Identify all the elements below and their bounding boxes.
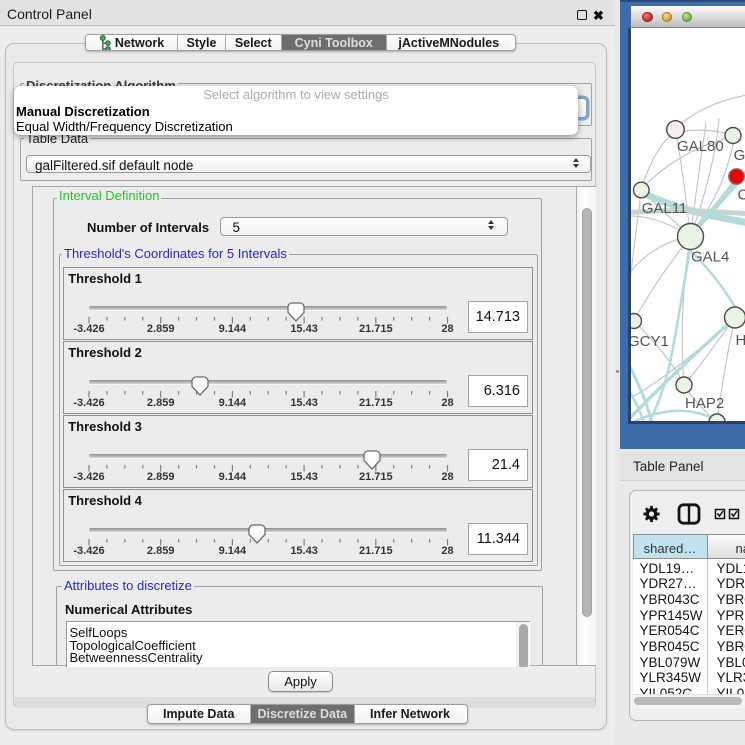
svg-text:GAL4: GAL4	[691, 249, 729, 266]
svg-text:GCY1: GCY1	[631, 333, 669, 350]
svg-text:CY: CY	[738, 187, 745, 204]
svg-text:GAL11: GAL11	[642, 200, 688, 217]
svg-text:HAP2: HAP2	[685, 395, 724, 412]
svg-text:GAL80: GAL80	[677, 138, 724, 155]
svg-text:HA: HA	[736, 332, 745, 349]
svg-text:GA: GA	[734, 147, 745, 164]
